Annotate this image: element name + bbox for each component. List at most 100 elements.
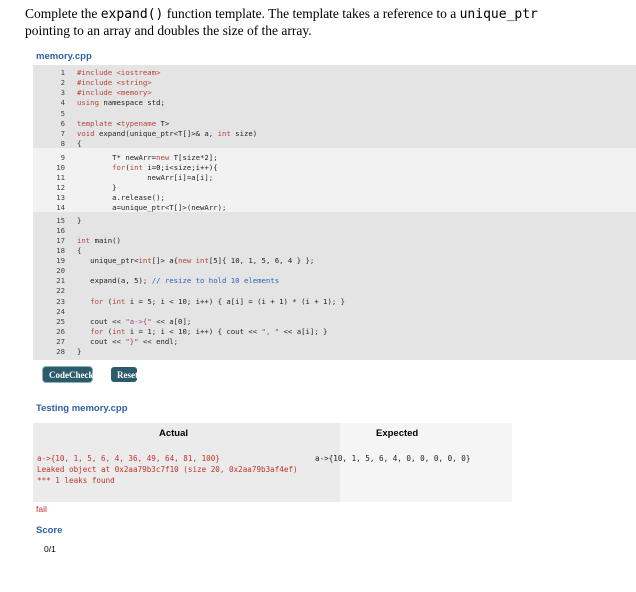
instructions: Complete the expand() function template.… bbox=[25, 6, 625, 39]
actual-output-line: Leaked object at 0x2aa79b3c7f10 (size 20… bbox=[37, 465, 298, 474]
code-line[interactable]: 11 newArr[i]=a[i]; bbox=[33, 173, 213, 183]
code-text[interactable]: { bbox=[77, 246, 81, 256]
code-text[interactable]: #include <string> bbox=[77, 78, 152, 88]
code-line[interactable]: 8{ bbox=[33, 139, 82, 149]
line-number: 2 bbox=[60, 78, 65, 87]
code-text[interactable]: newArr[i]=a[i]; bbox=[77, 173, 213, 183]
code-line[interactable]: 6 template <typename T> bbox=[33, 119, 170, 129]
results-table: Actual Expected a->{10, 1, 5, 6, 4, 36, … bbox=[33, 423, 512, 502]
code-text[interactable]: #include <memory> bbox=[77, 88, 152, 98]
code-text[interactable]: T* newArr=new T[size*2]; bbox=[77, 153, 217, 163]
instructions-code-expand: expand() bbox=[100, 7, 164, 22]
code-text[interactable]: int main() bbox=[77, 236, 121, 246]
line-number: 4 bbox=[60, 98, 65, 107]
line-number: 25 bbox=[56, 317, 65, 326]
instructions-text: Complete the bbox=[25, 6, 101, 21]
line-number: 19 bbox=[56, 256, 65, 265]
line-number: 3 bbox=[60, 88, 65, 97]
code-text[interactable]: cout << "}" << endl; bbox=[77, 337, 178, 347]
line-number: 1 bbox=[60, 68, 65, 77]
code-line[interactable]: 13 a.release(); bbox=[33, 193, 165, 203]
code-line[interactable]: 18 { bbox=[33, 246, 81, 256]
line-number: 24 bbox=[56, 307, 65, 316]
code-text[interactable]: for (int i = 1; i < 10; i++) { cout << "… bbox=[77, 327, 327, 337]
code-line[interactable]: 22 bbox=[33, 286, 65, 296]
code-line[interactable]: 20 bbox=[33, 266, 65, 276]
line-number: 18 bbox=[56, 246, 65, 255]
code-line[interactable]: 1 #include <iostream> bbox=[33, 68, 161, 78]
line-number: 8 bbox=[60, 139, 65, 148]
code-line[interactable]: 2 #include <string> bbox=[33, 78, 152, 88]
actual-output-line: a->{10, 1, 5, 6, 4, 36, 49, 64, 81, 100} bbox=[37, 454, 220, 463]
line-number: 21 bbox=[56, 276, 65, 285]
code-text[interactable]: a=unique_ptr<T[]>(newArr); bbox=[77, 203, 226, 213]
instructions-code-unique-ptr: unique_ptr bbox=[459, 7, 538, 22]
code-line[interactable]: 3 #include <memory> bbox=[33, 88, 152, 98]
code-line[interactable]: 12 } bbox=[33, 183, 116, 193]
line-number: 22 bbox=[56, 286, 65, 295]
line-number: 27 bbox=[56, 337, 65, 346]
code-line[interactable]: 25 cout << "a->{" << a[0]; bbox=[33, 317, 191, 327]
code-text[interactable]: expand(a, 5); // resize to hold 10 eleme… bbox=[77, 276, 279, 286]
line-number: 26 bbox=[56, 327, 65, 336]
code-line[interactable]: 26 for (int i = 1; i < 10; i++) { cout <… bbox=[33, 327, 327, 337]
code-line[interactable]: 5 bbox=[33, 109, 65, 119]
code-line[interactable]: 24 bbox=[33, 307, 65, 317]
line-number: 14 bbox=[56, 203, 65, 212]
actual-output-line: *** 1 leaks found bbox=[37, 476, 115, 485]
line-number: 20 bbox=[56, 266, 65, 275]
code-text[interactable]: cout << "a->{" << a[0]; bbox=[77, 317, 191, 327]
code-text[interactable]: unique_ptr<int[]> a{new int[5]{ 10, 1, 5… bbox=[77, 256, 314, 266]
code-line[interactable]: 10 for(int i=0;i<size;i++){ bbox=[33, 163, 217, 173]
line-number: 16 bbox=[56, 226, 65, 235]
line-number: 6 bbox=[60, 119, 65, 128]
code-text[interactable]: for(int i=0;i<size;i++){ bbox=[77, 163, 217, 173]
code-line[interactable]: 21 expand(a, 5); // resize to hold 10 el… bbox=[33, 276, 279, 286]
line-number: 12 bbox=[56, 183, 65, 192]
code-text[interactable]: a.release(); bbox=[77, 193, 165, 203]
expected-header: Expected bbox=[376, 428, 419, 439]
line-number: 10 bbox=[56, 163, 65, 172]
code-text[interactable]: #include <iostream> bbox=[77, 68, 160, 78]
code-text[interactable]: } bbox=[77, 183, 116, 193]
code-editor[interactable]: 1 #include <iostream> 2 #include <string> 3 #… bbox=[33, 65, 636, 360]
testing-heading: Testing memory.cpp bbox=[36, 403, 128, 414]
score-value: 0/1 bbox=[44, 544, 56, 554]
code-text[interactable]: for (int i = 5; i < 10; i++) { a[i] = (i… bbox=[77, 297, 345, 307]
code-line[interactable]: 16 bbox=[33, 226, 65, 236]
line-number: 23 bbox=[56, 297, 65, 306]
codecheck-button[interactable]: CodeCheck bbox=[43, 367, 94, 382]
line-number: 9 bbox=[60, 153, 65, 162]
code-line[interactable]: 4 using namespace std; bbox=[33, 98, 165, 108]
line-number: 5 bbox=[60, 109, 65, 118]
code-text[interactable]: template <typename T> bbox=[77, 119, 169, 129]
line-number: 7 bbox=[60, 129, 65, 138]
instructions-text: function template. The template takes a … bbox=[163, 6, 460, 21]
code-line[interactable]: 14 a=unique_ptr<T[]>(newArr); bbox=[33, 203, 226, 213]
code-text[interactable]: } bbox=[77, 347, 81, 357]
line-number: 15 bbox=[56, 216, 65, 225]
code-text[interactable]: void expand(unique_ptr<T[]>& a, int size… bbox=[77, 129, 257, 139]
code-text[interactable]: } bbox=[77, 216, 81, 226]
code-line[interactable]: 19 unique_ptr<int[]> a{new int[5]{ 10, 1… bbox=[33, 256, 314, 266]
status-label: fail bbox=[36, 504, 47, 514]
code-line[interactable]: 15} bbox=[33, 216, 81, 226]
code-line[interactable]: 17 int main() bbox=[33, 236, 121, 246]
code-text[interactable]: { bbox=[77, 139, 81, 149]
code-line[interactable]: 9 T* newArr=new T[size*2]; bbox=[33, 153, 218, 163]
code-line[interactable]: 23 for (int i = 5; i < 10; i++) { a[i] =… bbox=[33, 297, 345, 307]
line-number: 17 bbox=[56, 236, 65, 245]
expected-output-line: a->{10, 1, 5, 6, 4, 0, 0, 0, 0, 0} bbox=[315, 454, 471, 463]
code-line[interactable]: 27 cout << "}" << endl; bbox=[33, 337, 178, 347]
code-line[interactable]: 7 void expand(unique_ptr<T[]>& a, int siz… bbox=[33, 129, 258, 139]
score-label: Score bbox=[36, 525, 63, 536]
file-name: memory.cpp bbox=[36, 51, 92, 62]
code-text[interactable]: using namespace std; bbox=[77, 98, 165, 108]
reset-button[interactable]: Reset bbox=[111, 367, 138, 382]
line-number: 28 bbox=[56, 347, 65, 356]
line-number: 11 bbox=[56, 173, 65, 182]
line-number: 13 bbox=[56, 193, 65, 202]
actual-header: Actual bbox=[159, 428, 189, 439]
code-line[interactable]: 28} bbox=[33, 347, 81, 357]
instructions-text: pointing to an array and doubles the siz… bbox=[25, 23, 312, 38]
